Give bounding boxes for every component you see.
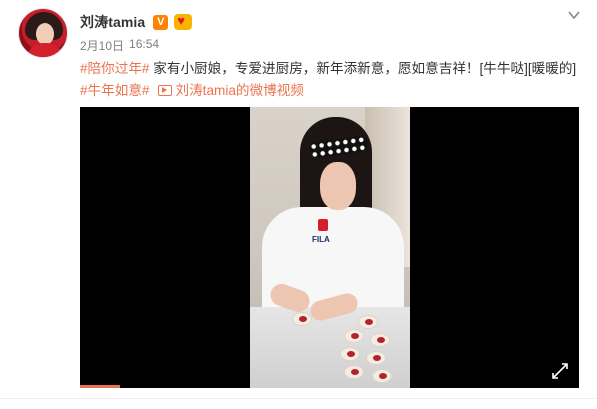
chevron-down-icon[interactable] [567,8,581,22]
avatar[interactable] [18,8,68,58]
post-meta: 2月10日 16:54 [80,37,159,54]
topic-link[interactable]: #牛年如意# [80,83,150,98]
video-progress-bar[interactable] [80,385,120,388]
post-text: #陪你过年# 家有小厨娘，专爱进厨房，新年添新意，愿如意吉祥！[牛牛哒][暖暖的… [80,58,580,102]
divider [0,398,597,399]
vip-heart-icon [174,13,193,30]
video-frame: FILA [250,107,410,388]
post-body: 家有小厨娘，专爱进厨房，新年添新意，愿如意吉祥！[牛牛哒][暖暖的] [149,61,577,76]
video-player[interactable]: FILA [80,107,579,388]
video-link[interactable]: 刘涛tamia的微博视频 [176,83,304,98]
topic-link[interactable]: #陪你过年# [80,61,150,76]
video-play-icon [157,85,172,96]
username[interactable]: 刘涛tamia [80,12,145,32]
verified-badge: V [153,14,169,30]
author-row: 刘涛tamia V [80,12,193,32]
post-date[interactable]: 2月10日 [80,37,124,54]
fullscreen-icon[interactable] [551,362,569,380]
post-time: 16:54 [129,37,160,51]
